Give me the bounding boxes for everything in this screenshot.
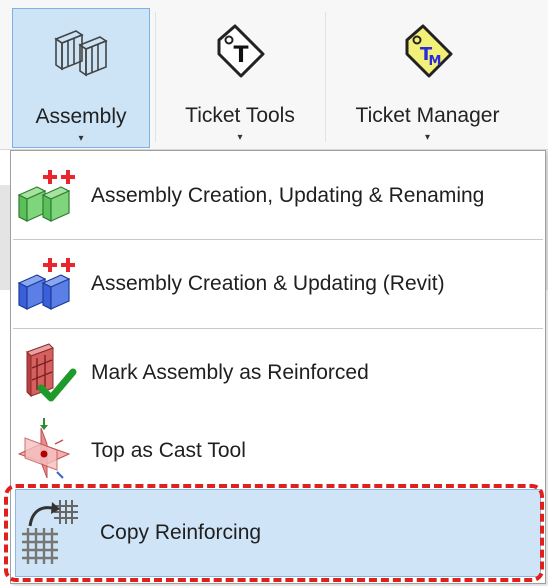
- green-assembly-plus-icon: [17, 170, 75, 222]
- menu-item-label: Mark Assembly as Reinforced: [91, 361, 369, 384]
- assembly-dropdown-menu: Assembly Creation, Updating & Renaming A…: [10, 150, 546, 584]
- ticket-tools-label: Ticket Tools: [185, 104, 295, 127]
- menu-item-top-as-cast-tool[interactable]: Top as Cast Tool: [11, 413, 545, 489]
- svg-text:M: M: [428, 54, 441, 69]
- assembly-ribbon-button[interactable]: Assembly ▾: [12, 8, 150, 148]
- menu-item-label: Assembly Creation & Updating (Revit): [91, 272, 445, 295]
- menu-item-copy-reinforcing[interactable]: Copy Reinforcing: [15, 489, 541, 577]
- menu-separator: [13, 239, 543, 240]
- ticket-tools-caret-icon: ▾: [237, 132, 243, 143]
- ribbon-separator: [325, 12, 326, 142]
- ribbon-separator: [155, 12, 156, 142]
- ticket-tag-tm-icon: T M: [405, 24, 452, 78]
- top-as-cast-icon: [17, 418, 71, 479]
- menu-item-label: Copy Reinforcing: [100, 521, 262, 544]
- copy-rebar-icon: [22, 500, 78, 564]
- menu-item-assembly-creation-updating-renaming[interactable]: Assembly Creation, Updating & Renaming: [11, 157, 545, 235]
- svg-text:T: T: [233, 43, 248, 68]
- menu-item-label: Top as Cast Tool: [91, 439, 246, 462]
- ticket-manager-caret-icon: ▾: [424, 132, 431, 143]
- ticket-tag-t-icon: T: [217, 24, 265, 78]
- menu-item-assembly-creation-updating-revit[interactable]: Assembly Creation & Updating (Revit): [11, 243, 545, 325]
- background-panel: [0, 185, 10, 290]
- ticket-tools-ribbon-button[interactable]: T Ticket Tools ▾: [160, 8, 320, 148]
- assembly-label: Assembly: [35, 105, 127, 128]
- menu-item-mark-assembly-reinforced[interactable]: Mark Assembly as Reinforced: [11, 334, 545, 412]
- blue-assembly-plus-icon: [17, 258, 75, 310]
- ticket-manager-ribbon-button[interactable]: T M Ticket Manager ▾: [330, 8, 525, 148]
- assembly-boxes-icon: [54, 30, 108, 77]
- assembly-caret-icon: ▾: [78, 133, 84, 144]
- ticket-manager-label: Ticket Manager: [355, 104, 500, 127]
- reinforced-checkmark-icon: [26, 343, 77, 402]
- menu-separator: [13, 328, 543, 329]
- menu-item-label: Assembly Creation, Updating & Renaming: [91, 184, 485, 207]
